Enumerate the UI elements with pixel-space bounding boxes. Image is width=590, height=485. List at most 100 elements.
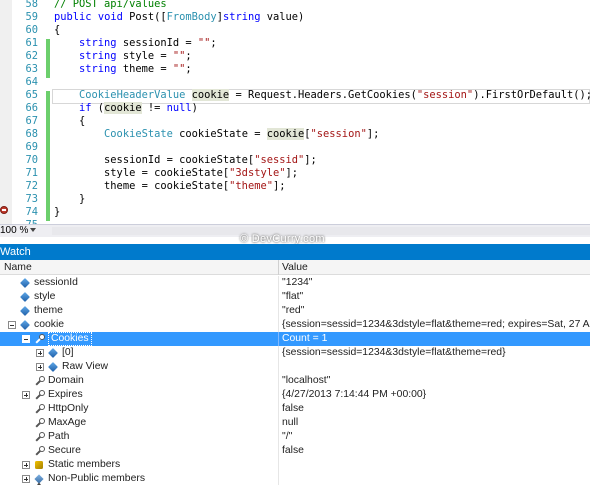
code-line[interactable]: 65 CookieHeaderValue cookie = Request.He… — [0, 89, 590, 102]
zoom-level[interactable]: 100 % — [0, 225, 28, 237]
watch-row-name[interactable]: [0] — [62, 346, 74, 360]
watch-row-value[interactable]: {4/27/2013 7:14:44 PM +00:00} — [282, 388, 590, 402]
code-editor[interactable]: 58 // POST api/values 59 public void Post([… — [0, 0, 590, 224]
expand-icon[interactable] — [36, 349, 44, 357]
code-line[interactable]: 61 string sessionId = ""; — [0, 37, 590, 50]
watch-row-name[interactable]: Expires — [48, 388, 83, 402]
watch-row-value[interactable]: {session=sessid=1234&3dstyle=flat&theme=… — [282, 318, 590, 332]
code-text[interactable]: string sessionId = ""; — [54, 37, 217, 50]
code-text[interactable]: // POST api/values — [54, 0, 167, 11]
line-number: 62 — [25, 50, 38, 62]
watch-row-value[interactable]: "red" — [282, 304, 590, 318]
line-number: 73 — [25, 193, 38, 205]
code-text[interactable]: } — [54, 193, 85, 206]
code-line[interactable]: 59 public void Post([FromBody]string valu… — [0, 11, 590, 24]
watch-row-name[interactable]: HttpOnly — [48, 402, 88, 416]
expand-icon[interactable] — [36, 363, 44, 371]
code-text[interactable]: { — [54, 115, 85, 128]
field-icon — [48, 348, 58, 358]
watch-row-value[interactable]: "/" — [282, 430, 590, 444]
code-text[interactable]: sessionId = cookieState["sessid"]; — [54, 154, 317, 167]
expand-icon[interactable] — [22, 461, 30, 469]
watch-row-name[interactable]: Static members — [48, 458, 120, 472]
code-text[interactable]: string style = ""; — [54, 50, 192, 63]
cell-divider — [278, 402, 279, 416]
watch-row[interactable]: Secure false — [0, 444, 590, 458]
watch-row-value[interactable]: {session=sessid=1234&3dstyle=flat&theme=… — [282, 346, 590, 360]
code-text[interactable]: style = cookieState["3dstyle"]; — [54, 167, 298, 180]
watch-row[interactable]: theme "red" — [0, 304, 590, 318]
watch-row[interactable]: Expires {4/27/2013 7:14:44 PM +00:00} — [0, 388, 590, 402]
watch-row-name[interactable]: cookie — [34, 318, 64, 332]
watch-row[interactable]: MaxAge null — [0, 416, 590, 430]
code-text[interactable]: } — [54, 206, 60, 219]
code-text[interactable]: string theme = ""; — [54, 63, 192, 76]
code-line[interactable]: 60 { — [0, 24, 590, 37]
watch-row-name[interactable]: Non-Public members — [48, 472, 145, 485]
watch-row-value[interactable]: false — [282, 402, 590, 416]
column-header-value[interactable]: Value — [282, 260, 308, 275]
watch-row-name[interactable]: Secure — [48, 444, 81, 458]
watch-row-value[interactable]: null — [282, 416, 590, 430]
cell-divider — [278, 430, 279, 444]
watch-row[interactable]: Raw View — [0, 360, 590, 374]
watch-row-value[interactable]: "1234" — [282, 276, 590, 290]
code-text[interactable]: if (cookie != null) — [54, 102, 198, 115]
property-icon — [34, 446, 45, 456]
cell-divider — [278, 374, 279, 388]
code-line[interactable]: 73 } — [0, 193, 590, 206]
code-line[interactable]: 71 style = cookieState["3dstyle"]; — [0, 167, 590, 180]
watch-row[interactable]: Non-Public members — [0, 472, 590, 485]
expand-icon[interactable] — [22, 391, 30, 399]
watch-row-name[interactable]: MaxAge — [48, 416, 86, 430]
watch-row-name[interactable]: theme — [34, 304, 63, 318]
watch-row[interactable]: Static members — [0, 458, 590, 472]
code-line[interactable]: 64 — [0, 76, 590, 89]
expand-icon[interactable] — [22, 475, 30, 483]
watch-window-title: Watch — [0, 244, 590, 260]
code-line[interactable]: 63 string theme = ""; — [0, 63, 590, 76]
code-line[interactable]: 58 // POST api/values — [0, 0, 590, 11]
collapse-icon[interactable] — [22, 335, 30, 343]
watch-row-name[interactable]: sessionId — [34, 276, 78, 290]
code-line[interactable]: 66 if (cookie != null) — [0, 102, 590, 115]
watch-row[interactable]: Path "/" — [0, 430, 590, 444]
code-text[interactable]: theme = cookieState["theme"]; — [54, 180, 285, 193]
watch-row-name[interactable]: Path — [48, 430, 69, 444]
field-icon — [20, 306, 30, 316]
code-line[interactable]: 69 — [0, 141, 590, 154]
watch-row-name[interactable]: Raw View — [62, 360, 108, 374]
breakpoint-icon[interactable] — [0, 206, 8, 214]
watch-row-value[interactable]: "flat" — [282, 290, 590, 304]
collapse-icon[interactable] — [8, 321, 16, 329]
code-line[interactable]: 67 { — [0, 115, 590, 128]
code-text[interactable]: CookieState cookieState = cookie["sessio… — [54, 128, 379, 141]
cell-divider — [278, 458, 279, 472]
column-divider[interactable] — [278, 260, 279, 275]
code-line[interactable]: 74} — [0, 206, 590, 219]
code-line[interactable]: 70 sessionId = cookieState["sessid"]; — [0, 154, 590, 167]
code-text[interactable]: CookieHeaderValue cookie = Request.Heade… — [54, 89, 590, 102]
watch-row-name[interactable]: style — [34, 290, 55, 304]
watch-row-value[interactable]: "localhost" — [282, 374, 590, 388]
watch-row[interactable]: Domain "localhost" — [0, 374, 590, 388]
watch-row-name[interactable]: Cookies — [48, 332, 92, 346]
watch-row[interactable]: sessionId "1234" — [0, 276, 590, 290]
code-text[interactable]: { — [54, 24, 60, 37]
code-line[interactable]: 68 CookieState cookieState = cookie["ses… — [0, 128, 590, 141]
watch-row-name[interactable]: Domain — [48, 374, 84, 388]
watch-row[interactable]: cookie {session=sessid=1234&3dstyle=flat&… — [0, 318, 590, 332]
column-header-name[interactable]: Name — [4, 260, 32, 275]
watch-row[interactable]: style "flat" — [0, 290, 590, 304]
code-line[interactable]: 62 string style = ""; — [0, 50, 590, 63]
chevron-down-icon[interactable] — [30, 228, 36, 232]
watch-row[interactable]: Cookies Count = 1 — [0, 332, 590, 346]
code-line[interactable]: 72 theme = cookieState["theme"]; — [0, 180, 590, 193]
watch-row[interactable]: [0] {session=sessid=1234&3dstyle=flat&the… — [0, 346, 590, 360]
code-text[interactable]: public void Post([FromBody]string value) — [54, 11, 304, 24]
watch-row[interactable]: HttpOnly false — [0, 402, 590, 416]
line-number: 68 — [25, 128, 38, 140]
watch-column-header: Name Value — [0, 260, 590, 275]
watch-row-value[interactable]: false — [282, 444, 590, 458]
watch-row-value[interactable]: Count = 1 — [282, 332, 590, 346]
